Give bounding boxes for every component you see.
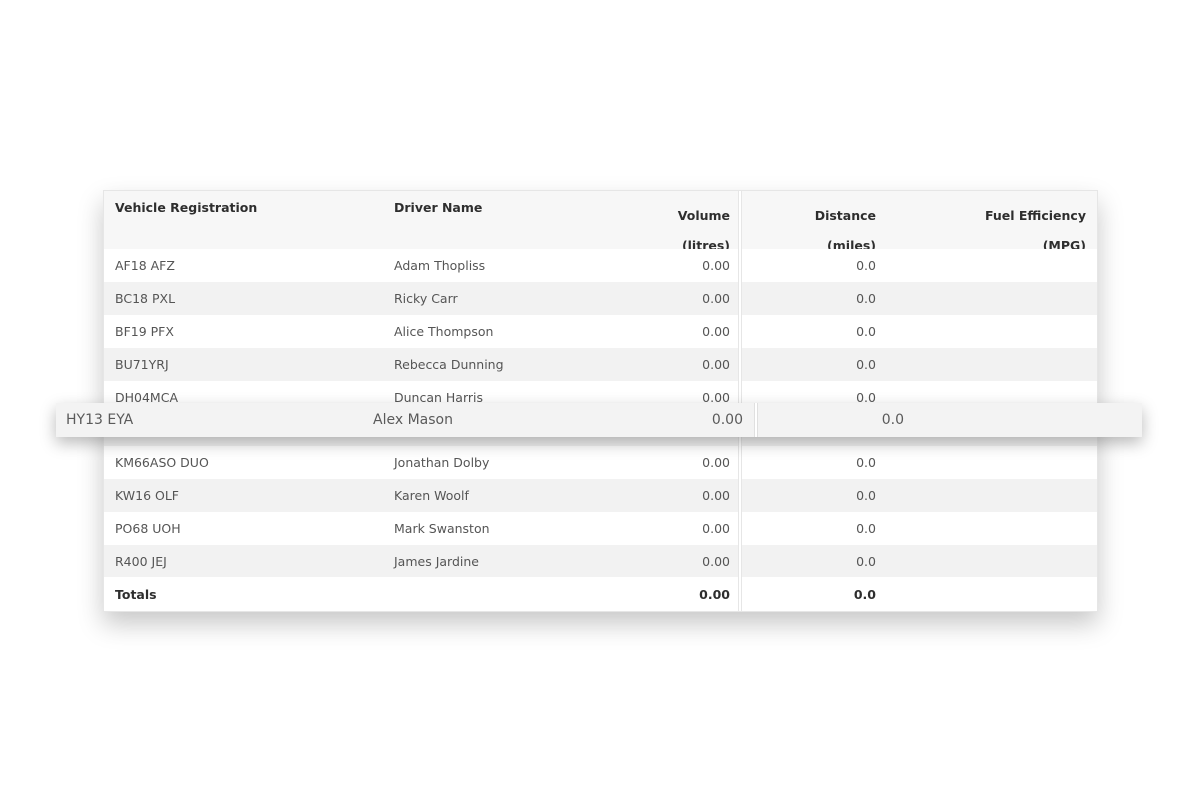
cell-registration: KM66ASO DUO	[115, 455, 209, 470]
table-row[interactable]: R400 JEJ James Jardine 0.00 0.0	[104, 545, 1097, 578]
cell-registration: BC18 PXL	[115, 291, 176, 306]
fuel-report-table: Vehicle Registration Driver Name Volume …	[103, 190, 1098, 612]
cell-distance: 0.0	[856, 455, 876, 470]
column-header-volume[interactable]: Volume (litres)	[634, 191, 730, 258]
totals-efficiency	[876, 577, 1086, 611]
totals-row: Totals 0.00 0.0	[104, 577, 1097, 611]
cell-distance: 0.0	[856, 258, 876, 273]
column-header-driver[interactable]: Driver Name	[394, 191, 634, 258]
column-header-distance-label: Distance	[814, 208, 876, 223]
cell-efficiency	[876, 512, 1086, 545]
totals-distance: 0.0	[853, 586, 876, 602]
cell-registration: KW16 OLF	[115, 488, 179, 503]
cell-registration: BU71YRJ	[115, 357, 169, 372]
table-row[interactable]: KW16 OLF Karen Woolf 0.00 0.0	[104, 479, 1097, 512]
highlighted-registration: HY13 EYA	[66, 412, 134, 428]
highlighted-distance: 0.0	[881, 412, 904, 428]
table-row[interactable]: KM66ASO DUO Jonathan Dolby 0.00 0.0	[104, 446, 1097, 479]
column-header-efficiency-label: Fuel Efficiency	[984, 208, 1086, 223]
cell-volume: 0.00	[702, 554, 730, 569]
cell-driver: Adam Thopliss	[394, 258, 486, 273]
cell-driver: Jonathan Dolby	[394, 455, 490, 470]
cell-distance: 0.0	[856, 554, 876, 569]
cell-distance: 0.0	[856, 291, 876, 306]
cell-driver: Mark Swanston	[394, 521, 490, 536]
table-row[interactable]: BC18 PXL Ricky Carr 0.00 0.0	[104, 282, 1097, 315]
table-row[interactable]: BF19 PFX Alice Thompson 0.00 0.0	[104, 315, 1097, 348]
cell-efficiency	[876, 249, 1086, 282]
highlighted-volume: 0.00	[711, 412, 743, 428]
totals-volume: 0.00	[699, 586, 730, 602]
table-header: Vehicle Registration Driver Name Volume …	[104, 191, 1097, 253]
cell-efficiency	[876, 348, 1086, 381]
table-row[interactable]: PO68 UOH Mark Swanston 0.00 0.0	[104, 512, 1097, 545]
cell-volume: 0.00	[702, 488, 730, 503]
cell-efficiency	[876, 282, 1086, 315]
highlighted-driver: Alex Mason	[373, 412, 453, 428]
column-header-distance[interactable]: Distance (miles)	[744, 191, 876, 258]
table-row[interactable]: BU71YRJ Rebecca Dunning 0.00 0.0	[104, 348, 1097, 381]
cell-driver: Alice Thompson	[394, 324, 494, 339]
cell-volume: 0.00	[702, 455, 730, 470]
cell-registration: R400 JEJ	[115, 554, 167, 569]
column-header-efficiency[interactable]: Fuel Efficiency (MPG)	[876, 191, 1086, 258]
cell-registration: BF19 PFX	[115, 324, 174, 339]
cell-distance: 0.0	[856, 324, 876, 339]
cell-volume: 0.00	[702, 521, 730, 536]
cell-efficiency	[876, 315, 1086, 348]
cell-registration: PO68 UOH	[115, 521, 181, 536]
totals-label: Totals	[115, 586, 157, 602]
table-row[interactable]: AF18 AFZ Adam Thopliss 0.00 0.0	[104, 249, 1097, 282]
cell-volume: 0.00	[702, 258, 730, 273]
cell-efficiency	[876, 446, 1086, 479]
cell-distance: 0.0	[856, 488, 876, 503]
cell-distance: 0.0	[856, 357, 876, 372]
cell-volume: 0.00	[702, 291, 730, 306]
cell-distance: 0.0	[856, 521, 876, 536]
cell-efficiency	[876, 479, 1086, 512]
cell-volume: 0.00	[702, 324, 730, 339]
cell-driver: Rebecca Dunning	[394, 357, 504, 372]
cell-registration: AF18 AFZ	[115, 258, 175, 273]
cell-driver: Ricky Carr	[394, 291, 458, 306]
column-header-registration[interactable]: Vehicle Registration	[115, 191, 385, 258]
column-divider	[738, 191, 742, 611]
cell-driver: Karen Woolf	[394, 488, 469, 503]
cell-driver: James Jardine	[394, 554, 479, 569]
column-header-volume-label: Volume	[677, 208, 730, 223]
highlighted-row[interactable]: HY13 EYA Alex Mason 0.00 0.0	[56, 403, 1142, 437]
cell-efficiency	[876, 545, 1086, 578]
cell-volume: 0.00	[702, 357, 730, 372]
